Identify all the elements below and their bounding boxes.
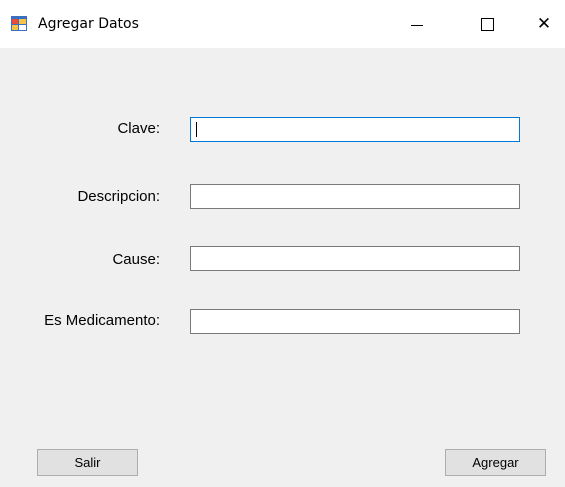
maximize-icon xyxy=(480,17,494,31)
descripcion-input[interactable] xyxy=(190,184,520,209)
clave-input[interactable] xyxy=(190,117,520,142)
descripcion-label: Descripcion: xyxy=(77,188,160,205)
close-icon: ✕ xyxy=(536,14,552,34)
salir-button[interactable]: Salir xyxy=(37,449,138,476)
form-app-icon xyxy=(11,16,27,31)
window-title: Agregar Datos xyxy=(38,16,139,32)
minimize-icon xyxy=(411,24,423,26)
cause-label: Cause: xyxy=(112,251,160,268)
agregar-button[interactable]: Agregar xyxy=(445,449,546,476)
close-button[interactable]: ✕ xyxy=(521,0,565,48)
es-medicamento-label: Es Medicamento: xyxy=(44,312,160,329)
title-bar[interactable]: Agregar Datos ✕ xyxy=(0,0,565,48)
maximize-button[interactable] xyxy=(464,0,510,48)
minimize-button[interactable] xyxy=(394,0,440,48)
cause-input[interactable] xyxy=(190,246,520,271)
es-medicamento-input[interactable] xyxy=(190,309,520,334)
text-caret xyxy=(196,122,197,137)
clave-label: Clave: xyxy=(117,120,160,137)
agregar-datos-window: Agregar Datos ✕ Clave: Descripcion: Caus… xyxy=(0,0,565,487)
